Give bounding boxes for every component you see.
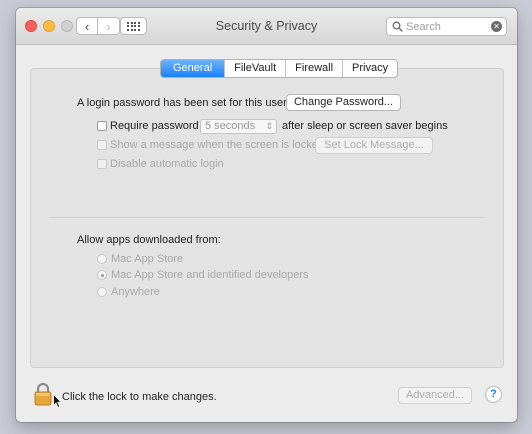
- allow-apps-heading: Allow apps downloaded from:: [77, 234, 221, 246]
- radio-identified-developers-label: Mac App Store and identified developers: [111, 269, 309, 281]
- search-field[interactable]: ✕: [386, 17, 507, 36]
- show-message-checkbox[interactable]: [97, 140, 107, 150]
- radio-anywhere[interactable]: [97, 287, 107, 297]
- tab-privacy[interactable]: Privacy: [342, 60, 397, 77]
- require-password-delay-value: 5 seconds: [205, 120, 256, 132]
- show-message-label: Show a message when the screen is locked: [110, 139, 325, 151]
- require-password-suffix: after sleep or screen saver begins: [282, 120, 448, 132]
- clear-search-icon[interactable]: ✕: [491, 21, 502, 32]
- mouse-cursor-icon: [53, 394, 62, 408]
- advanced-button[interactable]: Advanced...: [398, 387, 472, 404]
- change-password-button[interactable]: Change Password...: [286, 94, 401, 111]
- general-panel: [30, 68, 504, 368]
- disable-autologin-label: Disable automatic login: [110, 158, 224, 170]
- require-password-delay-select[interactable]: 5 seconds ⇕: [200, 119, 277, 134]
- lock-message: Click the lock to make changes.: [62, 391, 217, 403]
- section-divider: [49, 217, 484, 218]
- tab-filevault[interactable]: FileVault: [224, 60, 285, 77]
- set-lock-message-button[interactable]: Set Lock Message...: [315, 137, 433, 154]
- require-password-checkbox[interactable]: [97, 121, 107, 131]
- tab-general[interactable]: General: [161, 60, 225, 77]
- system-preferences-window: ‹ › Security & Privacy ✕ General FileVau…: [16, 8, 517, 422]
- radio-identified-developers[interactable]: [97, 270, 107, 280]
- search-icon: [392, 21, 403, 32]
- tab-bar: General FileVault Firewall Privacy: [160, 59, 399, 78]
- radio-mac-app-store-label: Mac App Store: [111, 253, 184, 265]
- disable-autologin-checkbox[interactable]: [97, 159, 107, 169]
- up-down-arrows-icon: ⇕: [265, 121, 273, 131]
- search-input[interactable]: [406, 19, 486, 34]
- radio-anywhere-label: Anywhere: [111, 286, 160, 298]
- radio-mac-app-store[interactable]: [97, 254, 107, 264]
- require-password-label: Require password: [110, 120, 199, 132]
- login-password-text: A login password has been set for this u…: [77, 97, 287, 109]
- title-bar: ‹ › Security & Privacy ✕: [16, 8, 517, 45]
- tab-firewall[interactable]: Firewall: [285, 60, 342, 77]
- lock-icon[interactable]: [33, 382, 53, 406]
- help-button[interactable]: ?: [485, 386, 502, 403]
